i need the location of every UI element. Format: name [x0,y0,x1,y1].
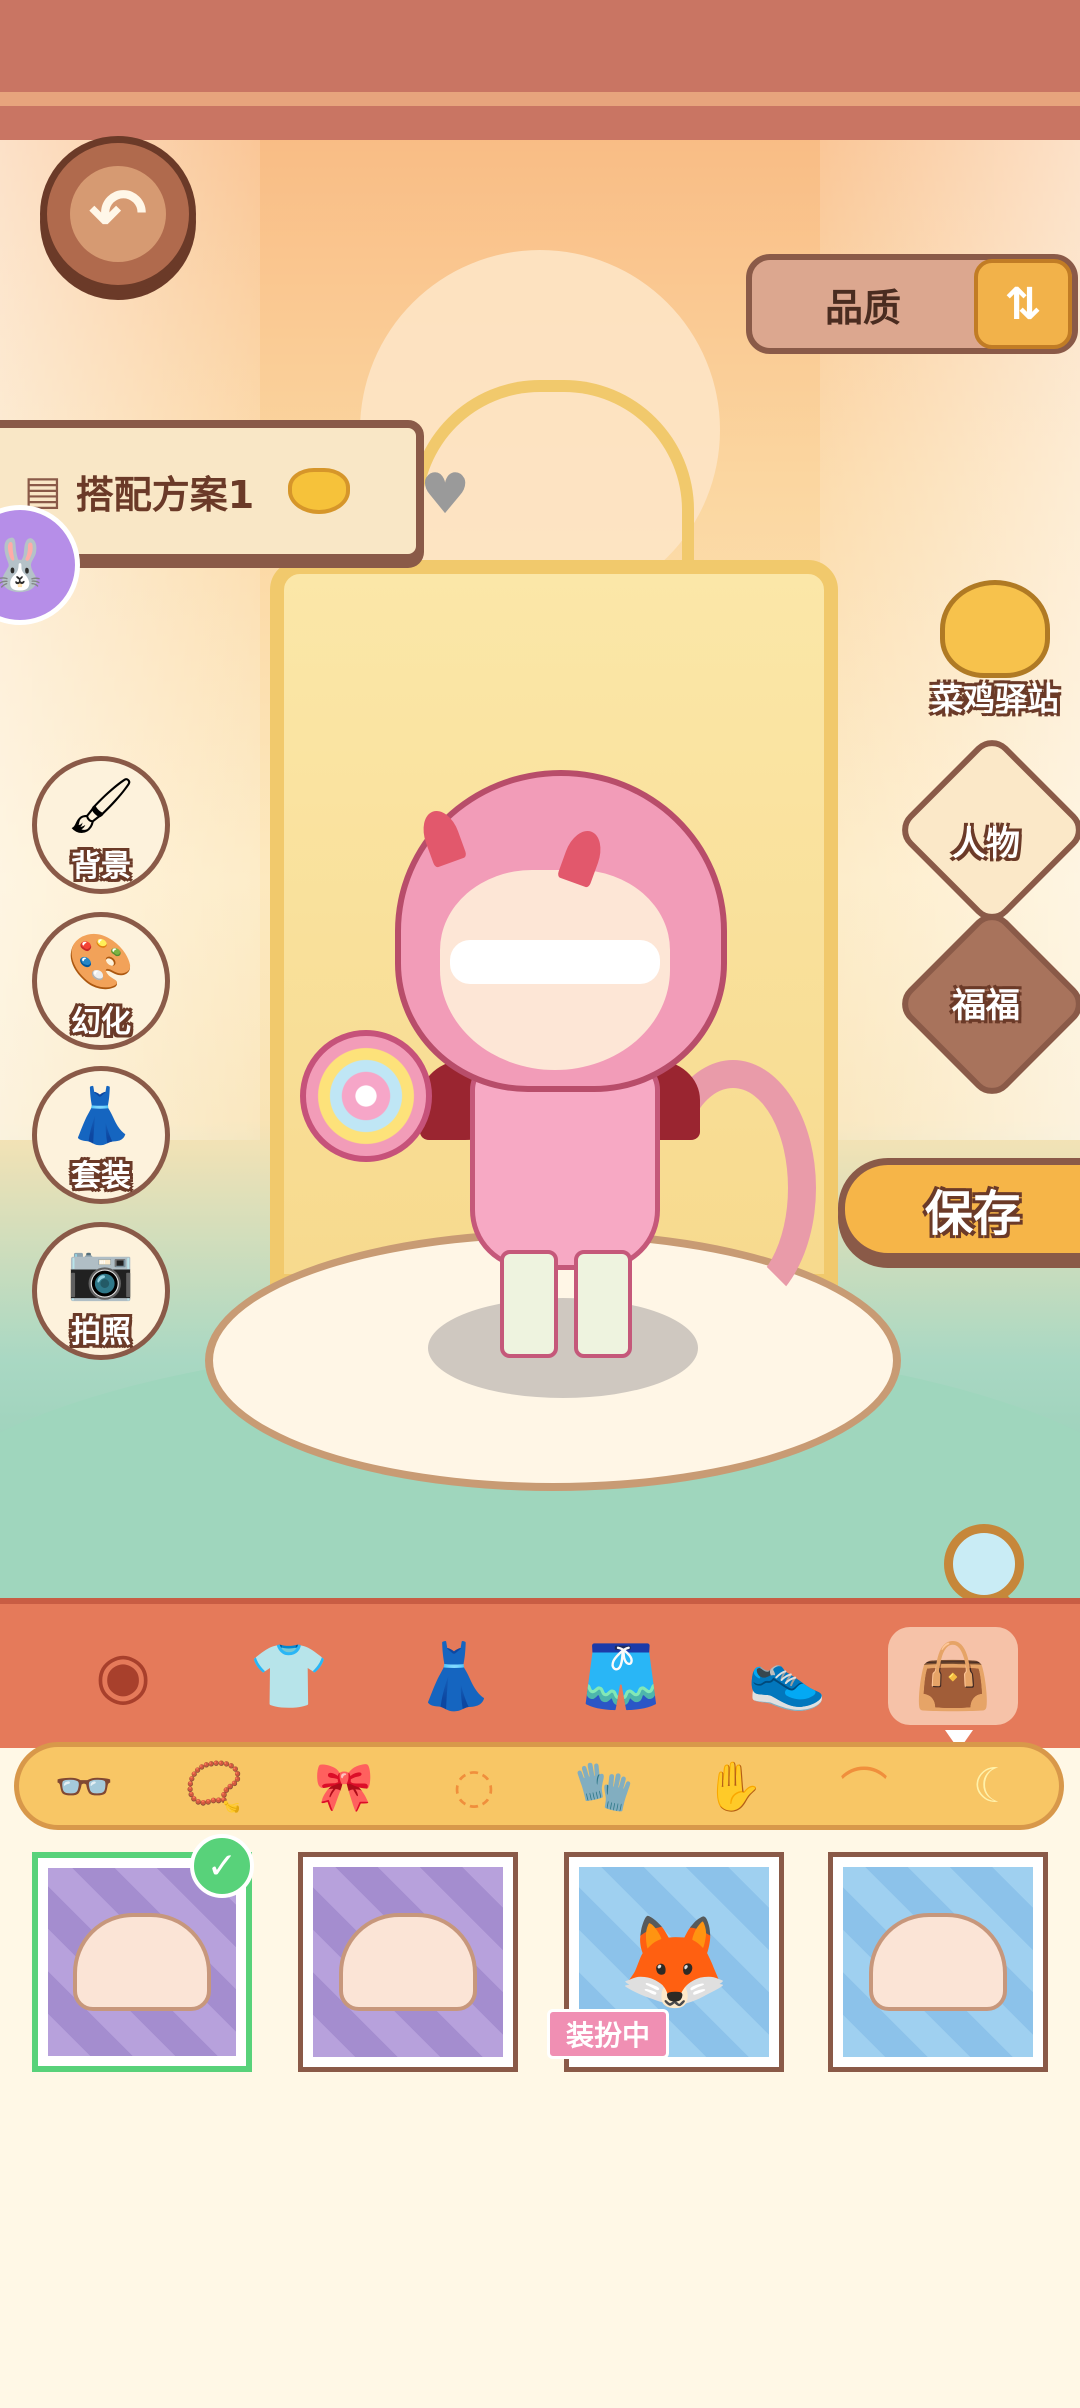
photo-label: 拍照 [71,1315,131,1350]
item-card[interactable]: ✓ [32,1834,254,2072]
category-shoes[interactable]: 👟 [704,1604,870,1748]
camera-icon: 📷 [67,1240,135,1303]
station-button[interactable]: 菜鸡驿站 [915,580,1075,720]
body-silhouette [339,1913,477,2011]
eye-bandage [450,940,660,984]
heart-icon[interactable]: ♥ [420,462,470,527]
shoe-icon: 👟 [747,1639,827,1714]
body-silhouette [869,1913,1007,2011]
dressup-screen: ↶ 品质 ⇅ ▤ 搭配方案1 ♥ 🐰 🖌 背景 🎨 幻化 👗 套装 📷 拍照 菜… [0,0,1080,2408]
checkmark-icon: ✓ [190,1834,254,1898]
brush-icon: 🖌 [66,774,136,837]
glasses-icon[interactable]: 👓 [34,1758,134,1815]
character-legs [500,1250,632,1360]
back-button[interactable]: ↶ [40,136,196,292]
lollipop-prop [300,1030,432,1162]
station-label: 菜鸡驿站 [930,680,1059,718]
bracelet-icon[interactable]: ◌ [424,1758,524,1814]
photo-button[interactable]: 📷 拍照 [32,1222,170,1360]
outfit-set-button[interactable]: 👗 套装 [32,1066,170,1204]
body-silhouette [73,1913,211,2011]
beam-rail [0,92,1080,106]
item-card[interactable] [828,1852,1048,2072]
quality-label: 品质 [824,285,901,330]
outfit-set-label: 套装 [71,1159,131,1194]
chick-icon [940,580,1050,678]
palette-icon: 🎨 [67,930,135,993]
character-avatar[interactable] [300,760,816,1360]
necklace-icon[interactable]: 📿 [164,1758,264,1815]
item-thumbnail [313,1867,503,2057]
category-eyes[interactable]: ◉ [40,1604,206,1748]
eye-icon: ◉ [95,1639,151,1713]
dress-icon: 👗 [415,1639,495,1714]
wearing-tag: 装扮中 [547,2009,670,2059]
glove-icon[interactable]: 🧤 [554,1758,654,1815]
shirt-icon: 👕 [249,1639,329,1714]
item-card[interactable] [298,1852,518,2072]
bow-icon[interactable]: 🎀 [294,1758,394,1815]
background-button[interactable]: 🖌 背景 [32,756,170,894]
character-tab-label: 人物 [952,824,1020,864]
back-arrow-icon: ↶ [70,166,166,262]
category-bar: ◉ 👕 👗 🩳 👟 👜 [0,1598,1080,1748]
outfit-plan-name: 搭配方案1 [75,472,255,517]
subcategory-bar: 👓 📿 🎀 ◌ 🧤 ✋ ⌒ ☾ [14,1742,1064,1830]
category-tops[interactable]: 👕 [206,1604,372,1748]
category-dresses[interactable]: 👗 [372,1604,538,1748]
category-accessories[interactable]: 👜 [870,1604,1036,1748]
quality-badge-icon: ⇅ [974,259,1072,349]
zoom-icon[interactable] [944,1524,1024,1604]
window-beam [0,0,1080,140]
item-thumbnail [48,1868,236,2056]
gem-icon [288,468,351,514]
quality-filter[interactable]: 品质 ⇅ [746,254,1078,354]
background-label: 背景 [71,849,131,884]
save-button[interactable]: 保存 [838,1158,1080,1260]
bag-icon: 👜 [888,1627,1018,1725]
hanger-icon: 👗 [67,1084,135,1147]
item-thumbnail [843,1867,1033,2057]
fufu-tab-label: 福福 [952,986,1020,1026]
shorts-icon: 🩳 [581,1639,661,1714]
fox-tail-icon: 🦊 [617,1909,731,2015]
wings-icon[interactable]: ⌒ [814,1751,914,1821]
tail-icon[interactable]: ☾ [944,1758,1044,1814]
item-grid: ✓ 🦊 装扮中 [0,1834,1080,2408]
item-card[interactable]: 🦊 装扮中 [547,1852,784,2072]
transform-button[interactable]: 🎨 幻化 [32,912,170,1050]
left-leg [500,1250,558,1358]
transform-label: 幻化 [71,1005,131,1040]
right-leg [574,1250,632,1358]
mitten-icon[interactable]: ✋ [684,1758,784,1815]
category-bottoms[interactable]: 🩳 [538,1604,704,1748]
